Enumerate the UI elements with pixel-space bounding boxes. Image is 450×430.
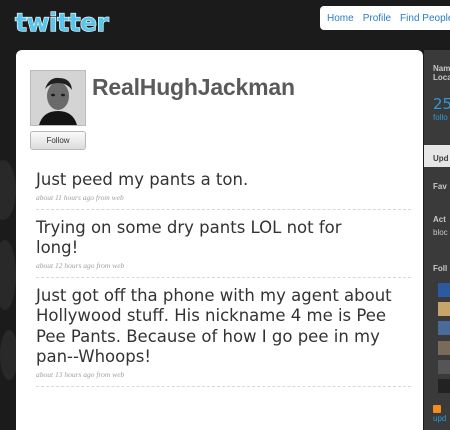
following-avatar[interactable] <box>438 360 450 374</box>
twitter-logo[interactable]: twitter <box>14 6 129 38</box>
tweet: Just got off tha phone with my agent abo… <box>36 286 411 387</box>
sidebar-following: Foll <box>424 264 450 273</box>
sidebar-favorites-label: Fav <box>433 182 447 191</box>
profile-photo <box>31 71 85 125</box>
following-avatar[interactable] <box>438 379 450 393</box>
rss-icon <box>433 405 441 413</box>
sidebar-stats[interactable]: 25 follo <box>424 95 450 122</box>
tab-updates[interactable]: Upd <box>424 145 450 167</box>
sidebar-following-label: Foll <box>433 264 448 273</box>
main-content: RealHughJackman Follow Just peed my pant… <box>16 50 423 430</box>
tweet-text: Just peed my pants a ton. <box>36 170 249 189</box>
tweet-text: Just got off tha phone with my agent abo… <box>36 285 392 367</box>
tweet-timestamp[interactable]: about 12 hours ago from web <box>36 261 351 270</box>
sidebar: Nam Loca 25 follo Upd Fav Act bloc Foll … <box>424 50 450 430</box>
following-avatar[interactable] <box>438 302 450 316</box>
follow-button[interactable]: Follow <box>30 131 86 150</box>
sidebar-name-label: Nam <box>433 64 450 73</box>
tweet-timestamp[interactable]: about 13 hours ago from web <box>36 370 411 379</box>
logo-text: twitter <box>15 8 109 37</box>
rss-link-label: upd <box>433 414 447 423</box>
sidebar-followers-count: 25 <box>433 95 450 113</box>
sidebar-followers-label: follo <box>433 113 448 122</box>
sidebar-block-link[interactable]: bloc <box>424 228 450 237</box>
tweet: Just peed my pants a ton. about 11 hours… <box>36 170 411 210</box>
tweet: Trying on some dry pants LOL not for lon… <box>36 218 411 278</box>
background-texture <box>0 240 16 310</box>
timeline: Just peed my pants a ton. about 11 hours… <box>36 170 411 395</box>
background-texture <box>0 160 16 220</box>
profile-username: RealHughJackman <box>92 74 295 100</box>
sidebar-actions: Act bloc <box>424 215 450 237</box>
tweet-timestamp[interactable]: about 11 hours ago from web <box>36 193 411 202</box>
sidebar-favorites-link[interactable]: Fav <box>424 182 450 191</box>
sidebar-location-label: Loca <box>433 73 450 82</box>
avatar[interactable] <box>30 70 86 126</box>
nav-find-people-link[interactable]: Find People <box>400 13 450 24</box>
tab-updates-label: Upd <box>433 154 449 163</box>
sidebar-rss[interactable]: upd <box>424 400 450 430</box>
top-nav: Home Profile Find People <box>320 6 450 30</box>
following-avatar[interactable] <box>438 341 450 355</box>
tweet-text: Trying on some dry pants LOL not for lon… <box>36 217 342 258</box>
following-avatar[interactable] <box>438 283 450 297</box>
sidebar-actions-label: Act <box>433 215 446 224</box>
nav-profile-link[interactable]: Profile <box>363 13 391 24</box>
nav-home-link[interactable]: Home <box>327 13 354 24</box>
sidebar-profile-info: Nam Loca <box>424 64 450 82</box>
following-avatar[interactable] <box>438 321 450 335</box>
